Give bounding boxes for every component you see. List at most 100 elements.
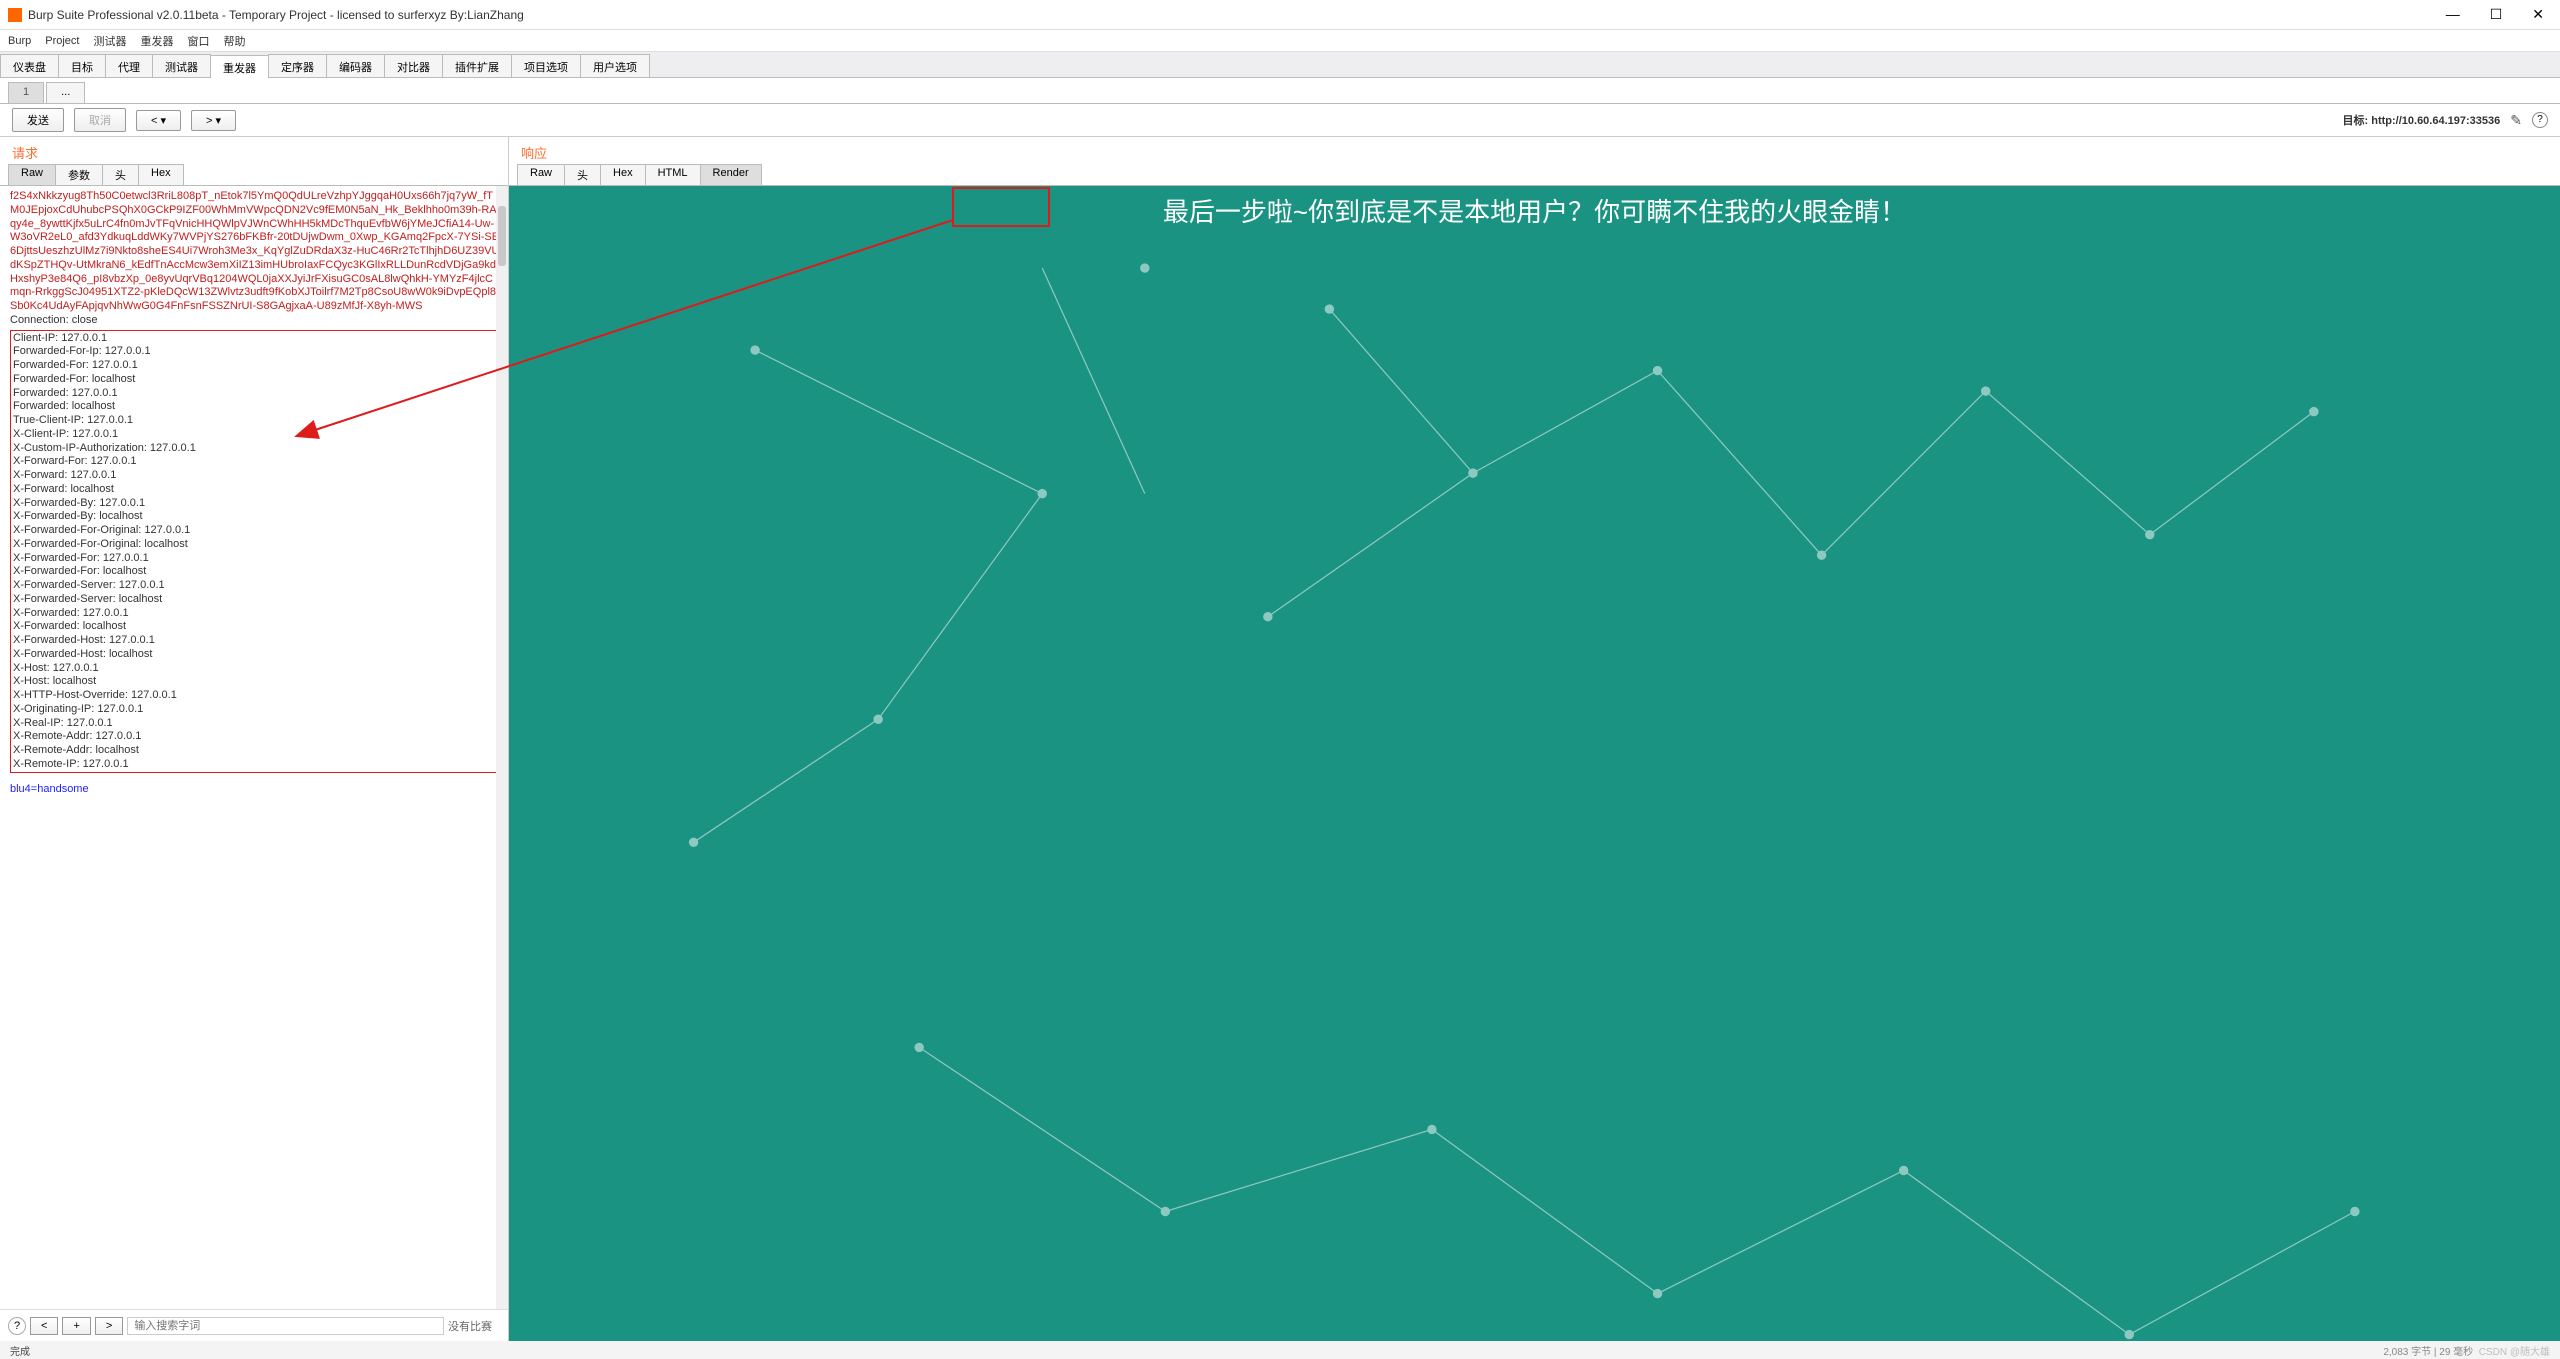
menu-repeater[interactable]: 重发器 — [141, 33, 174, 49]
spoof-header-line: Forwarded-For-Ip: 127.0.0.1 — [13, 345, 497, 359]
tab-user-options[interactable]: 用户选项 — [580, 54, 650, 77]
response-title: 响应 — [509, 137, 2560, 164]
response-tab-headers[interactable]: 头 — [564, 164, 601, 185]
response-tab-html[interactable]: HTML — [645, 164, 701, 185]
edit-target-icon[interactable]: ✎ — [2510, 112, 2522, 129]
spoof-header-line: X-Forward: 127.0.0.1 — [13, 469, 497, 483]
response-pane: 响应 Raw 头 Hex HTML Render — [509, 137, 2560, 1341]
spoof-header-line: X-Forwarded: 127.0.0.1 — [13, 607, 497, 621]
tab-project-options[interactable]: 项目选项 — [511, 54, 581, 77]
send-button[interactable]: 发送 — [12, 108, 64, 132]
spoof-header-line: Forwarded: 127.0.0.1 — [13, 387, 497, 401]
main-tab-bar: 仪表盘 目标 代理 测试器 重发器 定序器 编码器 对比器 插件扩展 项目选项 … — [0, 52, 2560, 78]
menu-help[interactable]: 帮助 — [224, 33, 246, 49]
search-help-icon[interactable]: ? — [8, 1317, 26, 1335]
history-back-button[interactable]: < ▾ — [136, 110, 181, 131]
app-logo-icon — [8, 8, 22, 22]
repeater-toolbar: 发送 取消 < ▾ > ▾ 目标: http://10.60.64.197:33… — [0, 104, 2560, 136]
help-icon[interactable]: ? — [2532, 112, 2548, 128]
search-next-button[interactable]: > — [95, 1317, 123, 1335]
spoof-header-line: X-Forwarded-For: 127.0.0.1 — [13, 552, 497, 566]
menu-intruder[interactable]: 测试器 — [94, 33, 127, 49]
spoof-header-line: X-Originating-IP: 127.0.0.1 — [13, 703, 497, 717]
spoof-header-line: X-Client-IP: 127.0.0.1 — [13, 428, 497, 442]
menu-burp[interactable]: Burp — [8, 35, 31, 47]
cancel-button[interactable]: 取消 — [74, 108, 126, 132]
spoof-header-line: X-Forwarded-Host: 127.0.0.1 — [13, 634, 497, 648]
spoof-header-line: X-Forward: localhost — [13, 483, 497, 497]
response-tab-hex[interactable]: Hex — [600, 164, 646, 185]
response-rendered-view[interactable]: 最后一步啦~你到底是不是本地用户？你可瞒不住我的火眼金睛！ — [509, 186, 2560, 1341]
tab-target[interactable]: 目标 — [58, 54, 106, 77]
spoof-header-line: X-Forwarded-For-Original: localhost — [13, 538, 497, 552]
spoof-header-line: X-Forwarded: localhost — [13, 620, 497, 634]
spoof-header-line: X-Forwarded-By: 127.0.0.1 — [13, 497, 497, 511]
response-tab-render[interactable]: Render — [700, 164, 762, 185]
history-forward-button[interactable]: > ▾ — [191, 110, 236, 131]
spoof-header-line: X-Forwarded-Host: localhost — [13, 648, 497, 662]
tab-extender[interactable]: 插件扩展 — [442, 54, 512, 77]
request-tab-raw[interactable]: Raw — [8, 164, 56, 185]
spoof-header-line: X-Forwarded-Server: localhost — [13, 593, 497, 607]
tab-repeater[interactable]: 重发器 — [210, 55, 269, 78]
request-cookie-blob: f2S4xNkkzyug8Th50C0etwcl3RriL808pT_nEtok… — [10, 190, 500, 314]
request-view-tabs: Raw 参数 头 Hex — [0, 164, 508, 186]
search-input[interactable] — [127, 1317, 444, 1335]
spoof-header-line: Client-IP: 127.0.0.1 — [13, 332, 497, 346]
tab-decoder[interactable]: 编码器 — [326, 54, 385, 77]
spoof-header-line: X-Real-IP: 127.0.0.1 — [13, 717, 497, 731]
spoof-header-line: X-HTTP-Host-Override: 127.0.0.1 — [13, 689, 497, 703]
spoof-header-line: X-Forwarded-Server: 127.0.0.1 — [13, 579, 497, 593]
tab-dashboard[interactable]: 仪表盘 — [0, 54, 59, 77]
spoof-header-line: Forwarded-For: localhost — [13, 373, 497, 387]
spoof-header-line: X-Forwarded-For: localhost — [13, 565, 497, 579]
spoof-header-line: X-Forwarded-For-Original: 127.0.0.1 — [13, 524, 497, 538]
tab-intruder[interactable]: 测试器 — [152, 54, 211, 77]
response-view-tabs: Raw 头 Hex HTML Render — [509, 164, 2560, 186]
maximize-icon[interactable]: ☐ — [2490, 6, 2503, 23]
spoof-header-line: X-Custom-IP-Authorization: 127.0.0.1 — [13, 442, 497, 456]
watermark: CSDN @随大雄 — [2479, 1347, 2550, 1358]
request-title: 请求 — [0, 137, 508, 164]
status-right: 2,083 字节 | 29 毫秒 — [2383, 1347, 2473, 1358]
tab-comparer[interactable]: 对比器 — [384, 54, 443, 77]
spoof-header-line: True-Client-IP: 127.0.0.1 — [13, 414, 497, 428]
network-background-icon — [509, 186, 2560, 1341]
spoof-header-line: Forwarded: localhost — [13, 400, 497, 414]
spoof-header-line: X-Remote-Addr: localhost — [13, 744, 497, 758]
repeater-tab-1[interactable]: 1 — [8, 82, 44, 103]
spoof-header-line: Forwarded-For: 127.0.0.1 — [13, 359, 497, 373]
spoof-header-line: X-Host: 127.0.0.1 — [13, 662, 497, 676]
repeater-tab-new[interactable]: ... — [46, 82, 85, 103]
request-tab-params[interactable]: 参数 — [55, 164, 103, 185]
menu-project[interactable]: Project — [45, 35, 79, 47]
window-titlebar: Burp Suite Professional v2.0.11beta - Te… — [0, 0, 2560, 30]
spoof-header-line: X-Forward-For: 127.0.0.1 — [13, 455, 497, 469]
tab-proxy[interactable]: 代理 — [105, 54, 153, 77]
statusbar: 完成 2,083 字节 | 29 毫秒 CSDN @随大雄 — [0, 1341, 2560, 1359]
spoof-header-line: X-Forwarded-By: localhost — [13, 510, 497, 524]
request-tab-hex[interactable]: Hex — [138, 164, 184, 185]
status-left: 完成 — [10, 1343, 30, 1358]
window-title: Burp Suite Professional v2.0.11beta - Te… — [28, 8, 2446, 22]
request-editor[interactable]: f2S4xNkkzyug8Th50C0etwcl3RriL808pT_nEtok… — [0, 186, 508, 1309]
minimize-icon[interactable]: — — [2446, 6, 2460, 23]
scrollbar[interactable] — [496, 186, 508, 1309]
repeater-sub-tabs: 1 ... — [0, 78, 2560, 104]
close-icon[interactable]: ✕ — [2532, 6, 2544, 23]
menu-window[interactable]: 窗口 — [188, 33, 210, 49]
request-pane: 请求 Raw 参数 头 Hex f2S4xNkkzyug8Th50C0etwcl… — [0, 137, 509, 1341]
request-connection-close: Connection: close — [10, 314, 500, 328]
search-no-match-label: 没有比赛 — [448, 1318, 500, 1334]
search-add-button[interactable]: + — [62, 1317, 90, 1335]
spoof-header-line: X-Remote-IP: 127.0.0.1 — [13, 758, 497, 772]
tab-sequencer[interactable]: 定序器 — [268, 54, 327, 77]
search-prev-button[interactable]: < — [30, 1317, 58, 1335]
menubar: Burp Project 测试器 重发器 窗口 帮助 — [0, 30, 2560, 52]
request-tab-headers[interactable]: 头 — [102, 164, 139, 185]
spoof-header-line: X-Remote-Addr: 127.0.0.1 — [13, 730, 497, 744]
spoof-header-line: X-Host: localhost — [13, 675, 497, 689]
response-tab-raw[interactable]: Raw — [517, 164, 565, 185]
target-label: 目标: http://10.60.64.197:33536 — [2343, 112, 2501, 128]
request-body-param: blu4=handsome — [10, 783, 500, 797]
